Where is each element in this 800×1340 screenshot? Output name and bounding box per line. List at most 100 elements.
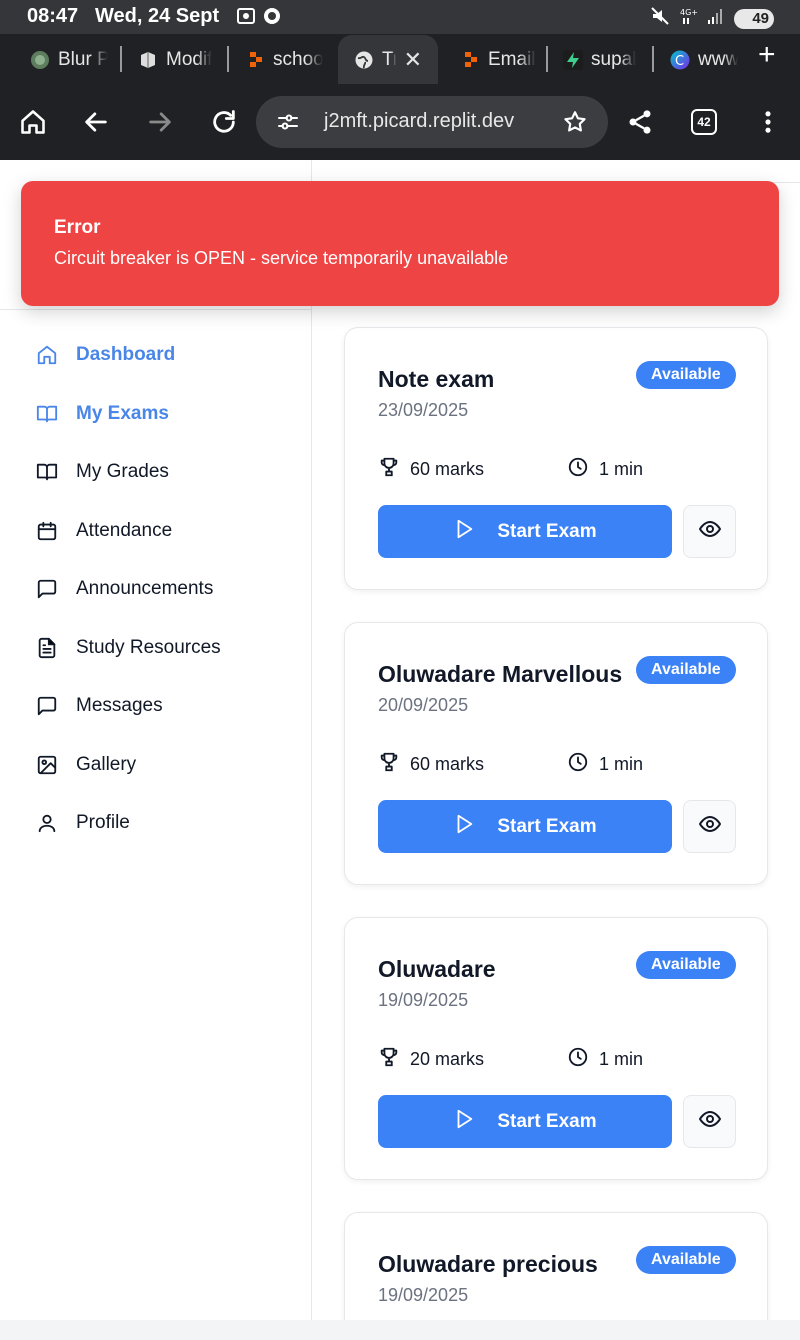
sidebar-item-label: Profile [76,812,130,833]
view-exam-button[interactable] [683,1095,736,1148]
blur-app-icon [30,50,50,70]
tab-strip: Blur P Modif schoo Tre ✕ Email supal C [0,34,800,84]
eye-icon [698,1107,722,1136]
exam-card: Note exam 23/09/2025 Available 60 marks … [344,327,768,590]
toast-title: Error [54,217,101,238]
home-button[interactable] [17,106,49,138]
status-badge: Available [636,656,736,684]
back-button[interactable] [80,106,112,138]
sidebar-item-label: Study Resources [76,637,221,658]
tab-label: www [698,49,738,70]
forward-button[interactable] [144,106,176,138]
sidebar-item-label: My Grades [76,461,169,482]
notification-icons [236,6,282,31]
exam-title: Oluwadare Marvellous [378,661,623,687]
status-badge: Available [636,951,736,979]
tab-label: Modif [166,49,213,70]
marks-text: 20 marks [410,1049,485,1069]
sidebar-item-profile[interactable]: Profile [36,803,296,843]
sidebar-item-messages[interactable]: Messages [36,686,296,726]
trophy-icon [378,751,400,778]
url-text[interactable]: j2mft.picard.replit.dev [324,110,514,133]
sidebar-item-label: Dashboard [76,344,176,365]
share-button[interactable] [624,106,656,138]
system-icons: 4G+ 49 [650,6,774,31]
close-tab-icon[interactable]: ✕ [404,47,422,73]
marks-text: 60 marks [410,754,485,774]
exam-duration: 1 min [567,751,643,778]
start-exam-button[interactable]: Start Exam [378,505,672,558]
trophy-icon [378,1046,400,1073]
sidebar-item-label: Announcements [76,578,214,599]
site-settings-icon[interactable] [276,110,300,139]
tab-supabase[interactable]: supal [563,40,641,80]
tab-label: Email [488,49,536,70]
exam-title: Note exam [378,366,495,392]
tab-email[interactable]: Email [460,40,540,80]
exam-marks: 20 marks [378,1046,484,1073]
status-time: 08:47 [27,5,79,27]
sidebar-item-attendance[interactable]: Attendance [36,511,296,551]
exam-date: 23/09/2025 [378,400,469,420]
exam-marks: 60 marks [378,456,484,483]
tab-blur[interactable]: Blur P [30,40,108,80]
start-exam-button[interactable]: Start Exam [378,1095,672,1148]
sidebar-item-announcements[interactable]: Announcements [36,569,296,609]
reload-button[interactable] [208,106,240,138]
sidebar-item-study-resources[interactable]: Study Resources [36,628,296,668]
app-content: Dashboard My Exams My Grades Attendance … [0,160,800,1332]
play-icon [453,1108,475,1136]
tab-count: 42 [691,109,717,135]
sidebar: Dashboard My Exams My Grades Attendance … [0,160,312,1320]
exam-date: 19/09/2025 [378,1285,469,1305]
tab-modify[interactable]: Modif [138,40,216,80]
tab-school[interactable]: schoo [245,40,323,80]
view-exam-button[interactable] [683,505,736,558]
status-badge: Available [636,1246,736,1274]
bookmark-star-icon[interactable] [562,109,588,140]
sidebar-item-label: My Exams [76,403,169,424]
book-open-icon [36,403,58,425]
sidebar-item-label: Attendance [76,520,173,541]
tab-separator [652,46,654,72]
sidebar-item-dashboard[interactable]: Dashboard [36,335,296,375]
sidebar-item-gallery[interactable]: Gallery [36,745,296,785]
svg-text:4G+: 4G+ [680,8,698,17]
toast-message: Circuit breaker is OPEN - service tempor… [54,248,509,268]
tab-active[interactable]: Tre ✕ [338,35,438,84]
address-bar[interactable]: j2mft.picard.replit.dev [256,96,608,148]
tab-switcher-button[interactable]: 42 [688,106,720,138]
bottom-strip [0,1320,800,1340]
globe-icon [354,50,374,70]
message-square-icon [36,695,58,717]
sidebar-item-label: Messages [76,695,163,716]
eye-icon [698,517,722,546]
svg-text:C: C [675,54,684,69]
menu-button[interactable] [752,106,784,138]
header-bar [312,160,800,183]
sidebar-item-my-exams[interactable]: My Exams [36,394,296,434]
modify-app-icon [138,50,158,70]
tab-label: supal [591,49,637,70]
replit-icon [245,50,265,70]
exam-card: Oluwadare precious 19/09/2025 Available [344,1212,768,1332]
start-exam-label: Start Exam [497,1110,597,1132]
supabase-icon [563,50,583,70]
canva-icon: C [670,50,690,70]
error-toast[interactable]: Error Circuit breaker is OPEN - service … [21,181,779,306]
status-bar: 08:47 Wed, 24 Sept 4G+ 49 [0,0,800,34]
duration-text: 1 min [599,459,644,479]
mute-icon [650,6,670,31]
trophy-icon [378,456,400,483]
sidebar-divider [0,309,312,310]
new-tab-button[interactable]: + [758,40,776,70]
view-exam-button[interactable] [683,800,736,853]
tab-canva[interactable]: C www [670,40,738,80]
marks-text: 60 marks [410,459,485,479]
sync-icon [262,6,282,31]
message-square-icon [36,578,58,600]
sidebar-item-my-grades[interactable]: My Grades [36,452,296,492]
network-4g-icon: 4G+ [678,6,698,31]
start-exam-button[interactable]: Start Exam [378,800,672,853]
book-icon [36,461,58,483]
